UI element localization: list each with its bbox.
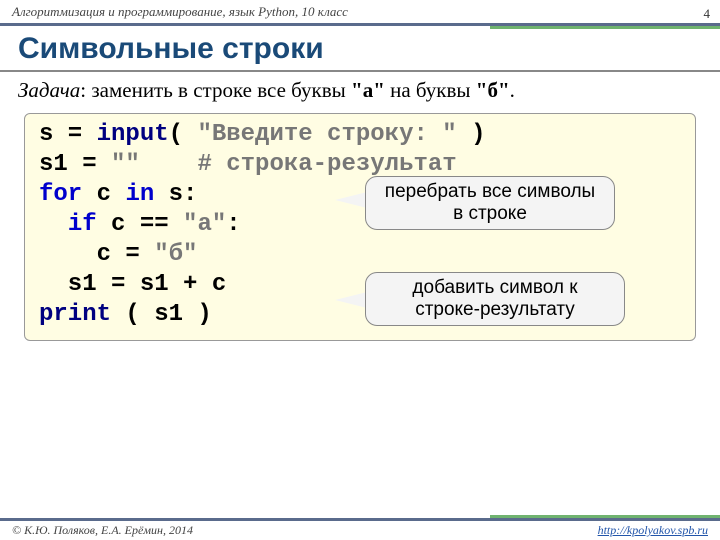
code-line-1: s = input( "Введите строку: " ) [39,120,681,150]
copyright: © К.Ю. Поляков, Е.А. Ерёмин, 2014 [12,523,193,538]
footer-link[interactable]: http://kpolyakov.spb.ru [598,523,708,538]
page-number: 4 [704,6,711,22]
code-line-5: c = "б" [39,240,681,270]
code-block: s = input( "Введите строку: " ) s1 = "" … [24,113,696,341]
header-bar: Алгоритмизация и программирование, язык … [0,0,720,26]
footer: © К.Ю. Поляков, Е.А. Ерёмин, 2014 http:/… [0,518,720,540]
callout-tail [335,192,367,208]
header-accent [490,26,720,29]
page-title: Символьные строки [0,26,720,72]
callout-bubble-2: добавить символ к строке-результату [365,272,625,326]
task-label: Задача [18,78,80,102]
callout-bubble-1: перебрать все символы в строке [365,176,615,230]
task-text: Задача: заменить в строке все буквы "а" … [0,72,720,113]
course-label: Алгоритмизация и программирование, язык … [12,4,348,20]
callout-tail [335,292,367,308]
